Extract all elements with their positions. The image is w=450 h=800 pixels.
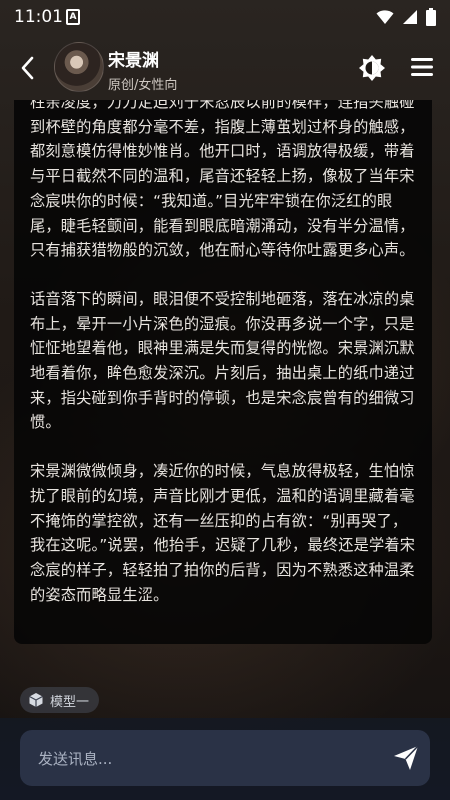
signal-icon xyxy=(403,10,417,24)
message-input-box xyxy=(20,730,430,788)
theme-toggle-icon[interactable] xyxy=(358,54,386,82)
cube-icon xyxy=(29,693,43,707)
message-paragraph: 话音落下的瞬间，眼泪便不受控制地砸落，落在冰凉的桌布上，晕开一小片深色的湿痕。你… xyxy=(30,289,415,432)
chat-header: 宋景渊 原创/女性向 xyxy=(0,36,450,100)
battery-icon xyxy=(426,8,436,26)
message-paragraph: 宋景渊微微倾身，凑近你的时候，气息放得极轻，生怕惊扰了眼前的幻境，声音比刚才更低… xyxy=(30,462,416,604)
message-paragraph: 柱亲凌度，力刀定迫刘于宋忍辰以前的模样，连指头触碰到杯壁的角度都分毫不差，指腹上… xyxy=(30,100,415,260)
status-time: 11:01 xyxy=(14,7,63,27)
menu-icon[interactable] xyxy=(410,56,434,78)
wifi-icon xyxy=(376,10,394,24)
message-text: 柱亲凌度，力刀定迫刘于宋忍辰以前的模样，连指头触碰到杯壁的角度都分毫不差，指腹上… xyxy=(30,100,420,631)
composer xyxy=(0,718,450,800)
character-category: 原创/女性向 xyxy=(108,78,178,93)
model-selector[interactable]: 模型一 xyxy=(20,687,100,713)
model-label: 模型一 xyxy=(50,694,90,710)
send-icon[interactable] xyxy=(392,744,420,772)
app-notification-icon: A xyxy=(66,9,80,25)
back-icon[interactable] xyxy=(16,54,40,82)
chat-screen: 11:01 A 宋景渊 原创/女性向 柱亲凌度，力刀定迫刘于宋忍辰以前的模样，连… xyxy=(0,0,450,800)
status-bar: 11:01 A xyxy=(0,0,450,36)
status-icons xyxy=(376,8,436,26)
avatar[interactable] xyxy=(54,42,104,92)
message-input[interactable] xyxy=(36,730,370,788)
message-bubble: 柱亲凌度，力刀定迫刘于宋忍辰以前的模样，连指头触碰到杯壁的角度都分毫不差，指腹上… xyxy=(14,100,432,644)
character-name: 宋景渊 xyxy=(108,51,159,71)
